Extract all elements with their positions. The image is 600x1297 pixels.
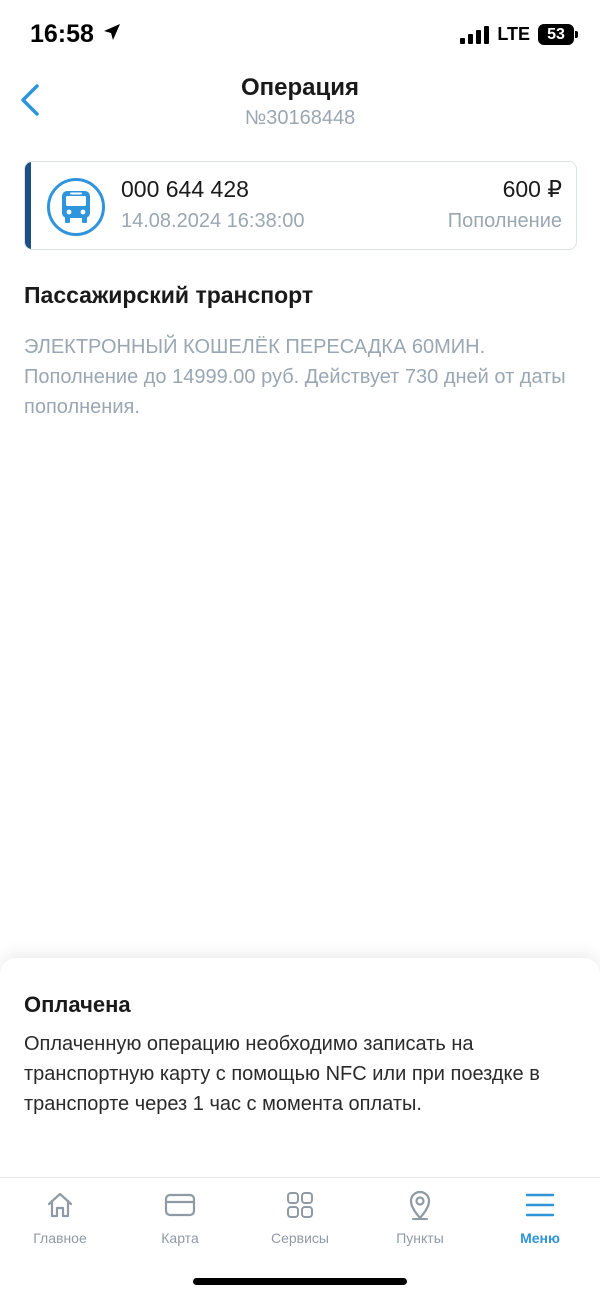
operation-type: Пополнение [447,210,562,232]
tab-points-label: Пункты [396,1230,444,1246]
operation-card: 000 644 428 14.08.2024 16:38:00 600 ₽ По… [24,161,577,250]
nav-header: Операция №30168448 [0,70,600,140]
tab-services-label: Сервисы [270,1230,329,1246]
status-indicators: LTE 53 [460,24,578,45]
status-time-group: 16:58 [30,20,122,49]
home-indicator[interactable] [193,1278,407,1285]
tab-card-label: Карта [161,1230,199,1246]
battery-icon: 53 [538,24,578,45]
status-time: 16:58 [30,20,94,48]
service-title: Пассажирский транспорт [24,282,314,308]
tab-menu-label: Меню [520,1230,560,1246]
location-pin-icon [403,1188,437,1222]
tab-points[interactable]: Пункты [360,1188,480,1258]
tab-card[interactable]: Карта [120,1188,240,1258]
tab-menu[interactable]: Меню [480,1188,600,1258]
operation-id: №30168448 [244,107,356,129]
network-type: LTE [497,24,530,44]
notice-title: Оплачена [24,992,131,1017]
tab-home[interactable]: Главное [0,1188,120,1258]
service-description: ЭЛЕКТРОННЫЙ КОШЕЛЁК ПЕРЕСАДКА 60МИН. Поп… [24,336,566,418]
tab-home-label: Главное [33,1230,87,1246]
menu-icon [523,1188,557,1222]
operation-datetime: 14.08.2024 16:38:00 [121,210,305,232]
services-icon [283,1188,317,1222]
home-icon [43,1188,77,1222]
card-number: 000 644 428 [121,176,249,202]
operation-screen: 16:58 LTE 53 Операция №30168448 000 644 … [0,0,600,1297]
page-title: Операция [240,74,360,101]
signal-icon [460,25,490,44]
location-arrow-icon [102,20,122,49]
status-notice-sheet: Оплачена Оплаченную операцию необходимо … [0,958,600,1178]
bus-icon [47,178,105,236]
card-icon [163,1188,197,1222]
tab-services[interactable]: Сервисы [240,1188,360,1258]
card-accent-bar [25,162,31,249]
status-bar: 16:58 LTE 53 [0,0,600,70]
battery-level: 53 [547,25,565,43]
notice-text: Оплаченную операцию необходимо записать … [24,1033,540,1115]
operation-amount: 600 ₽ [502,176,562,202]
